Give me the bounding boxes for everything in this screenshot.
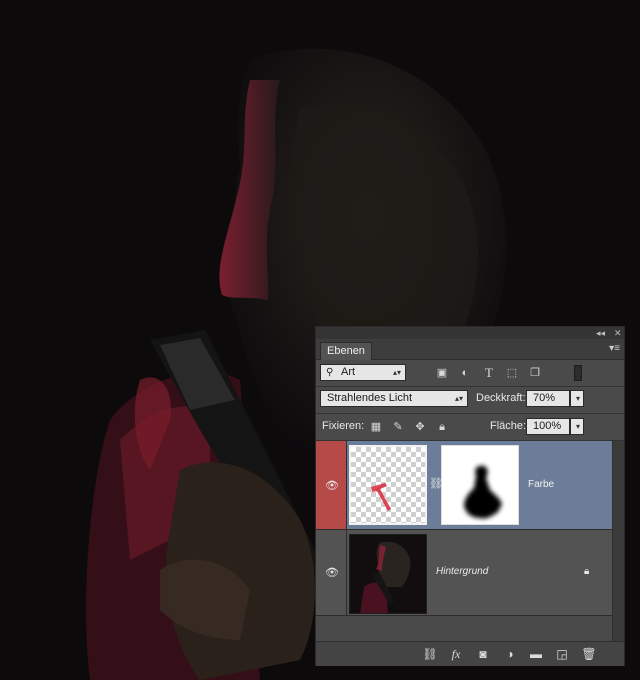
fill-value: 100% bbox=[533, 420, 562, 432]
layers-panel: ◂◂ ✕ Ebenen ▾≡ ⚲ Art ▴▾ ▣ ◐ T ⬚ ❐ Strahl… bbox=[315, 326, 625, 666]
fill-field[interactable]: 100% bbox=[526, 418, 570, 435]
add-mask-icon[interactable]: ◙ bbox=[475, 646, 491, 662]
adjustment-filter-icon[interactable]: ◐ bbox=[457, 365, 473, 381]
layer-name[interactable]: Hintergrund bbox=[436, 566, 488, 577]
fill-label: Fläche: bbox=[490, 420, 527, 432]
new-layer-icon[interactable]: ◲ bbox=[554, 646, 570, 662]
blend-mode-value: Strahlendes Licht bbox=[327, 392, 412, 404]
lock-label: Fixieren: bbox=[322, 420, 365, 432]
trash-icon[interactable]: 🗑︎ bbox=[581, 646, 597, 662]
opacity-field[interactable]: 70% bbox=[526, 390, 570, 407]
link-layers-icon[interactable]: ⛓︎ bbox=[422, 646, 438, 662]
lock-icon: 🔒︎ bbox=[584, 566, 590, 577]
filter-type-select[interactable]: ⚲ Art ▴▾ bbox=[320, 364, 406, 381]
fx-icon[interactable]: fx bbox=[448, 646, 464, 662]
photo-thumbnail bbox=[350, 535, 426, 613]
opacity-value: 70% bbox=[533, 392, 556, 404]
updown-arrows-icon: ▴▾ bbox=[392, 368, 401, 377]
layer-mask-thumbnail[interactable] bbox=[441, 445, 519, 525]
layer-thumbnail[interactable] bbox=[349, 445, 427, 525]
mask-shape bbox=[464, 465, 502, 519]
smart-object-filter-icon[interactable]: ❐ bbox=[527, 365, 543, 381]
layer-name[interactable]: Farbe bbox=[528, 479, 554, 490]
tab-ebenen[interactable]: Ebenen bbox=[320, 342, 372, 360]
double-chevron-icon[interactable]: ◂◂ bbox=[596, 327, 605, 339]
search-icon: ⚲ bbox=[326, 367, 334, 378]
filter-row: ⚲ Art ▴▾ ▣ ◐ T ⬚ ❐ bbox=[316, 360, 624, 386]
opacity-label: Deckkraft: bbox=[476, 392, 526, 404]
brush-mark-icon bbox=[371, 483, 391, 511]
filter-toggle-switch[interactable] bbox=[574, 365, 582, 381]
close-icon[interactable]: ✕ bbox=[614, 327, 622, 339]
panel-footer: ⛓︎ fx ◙ ◑ ▬ ◲ 🗑︎ bbox=[316, 641, 624, 666]
layers-scrollbar[interactable] bbox=[612, 441, 624, 641]
visibility-toggle[interactable]: 👁︎ bbox=[316, 530, 347, 615]
new-group-icon[interactable]: ▬ bbox=[528, 646, 544, 662]
visibility-toggle[interactable]: 👁︎ bbox=[316, 441, 347, 529]
lock-position-icon[interactable]: ✥ bbox=[412, 419, 428, 435]
lock-all-icon[interactable]: 🔒︎ bbox=[434, 419, 450, 435]
chevron-down-icon: ▾ bbox=[575, 394, 580, 403]
layer-row-farbe[interactable]: 👁︎ ⛓︎ Farbe bbox=[316, 441, 612, 530]
fill-dropdown-button[interactable]: ▾ bbox=[570, 418, 584, 435]
updown-arrows-icon: ▴▾ bbox=[454, 394, 463, 403]
panel-menu-icon[interactable]: ▾≡ bbox=[609, 343, 620, 355]
eye-icon: 👁︎ bbox=[325, 567, 339, 579]
opacity-dropdown-button[interactable]: ▾ bbox=[570, 390, 584, 407]
filter-type-value: Art bbox=[341, 366, 356, 378]
lock-row: Fixieren: ▦ ✎ ✥ 🔒︎ Fläche: 100% ▾ bbox=[316, 414, 624, 440]
eye-icon: 👁︎ bbox=[325, 480, 339, 492]
panel-title-bar[interactable]: ◂◂ ✕ bbox=[316, 327, 624, 339]
shape-filter-icon[interactable]: ⬚ bbox=[504, 365, 520, 381]
panel-tab-row: Ebenen ▾≡ bbox=[316, 339, 624, 360]
blend-row: Strahlendes Licht ▴▾ Deckkraft: 70% ▾ bbox=[316, 387, 624, 413]
layer-row-hintergrund[interactable]: 👁︎ Hintergrund 🔒︎ bbox=[316, 530, 612, 616]
adjustment-layer-icon[interactable]: ◑ bbox=[502, 646, 518, 662]
image-filter-icon[interactable]: ▣ bbox=[434, 365, 450, 381]
lock-transparent-icon[interactable]: ▦ bbox=[368, 419, 384, 435]
blend-mode-select[interactable]: Strahlendes Licht ▴▾ bbox=[320, 390, 468, 407]
chevron-down-icon: ▾ bbox=[575, 422, 580, 431]
lock-paint-icon[interactable]: ✎ bbox=[390, 419, 406, 435]
type-filter-icon[interactable]: T bbox=[481, 365, 497, 381]
layer-thumbnail[interactable] bbox=[349, 534, 427, 614]
